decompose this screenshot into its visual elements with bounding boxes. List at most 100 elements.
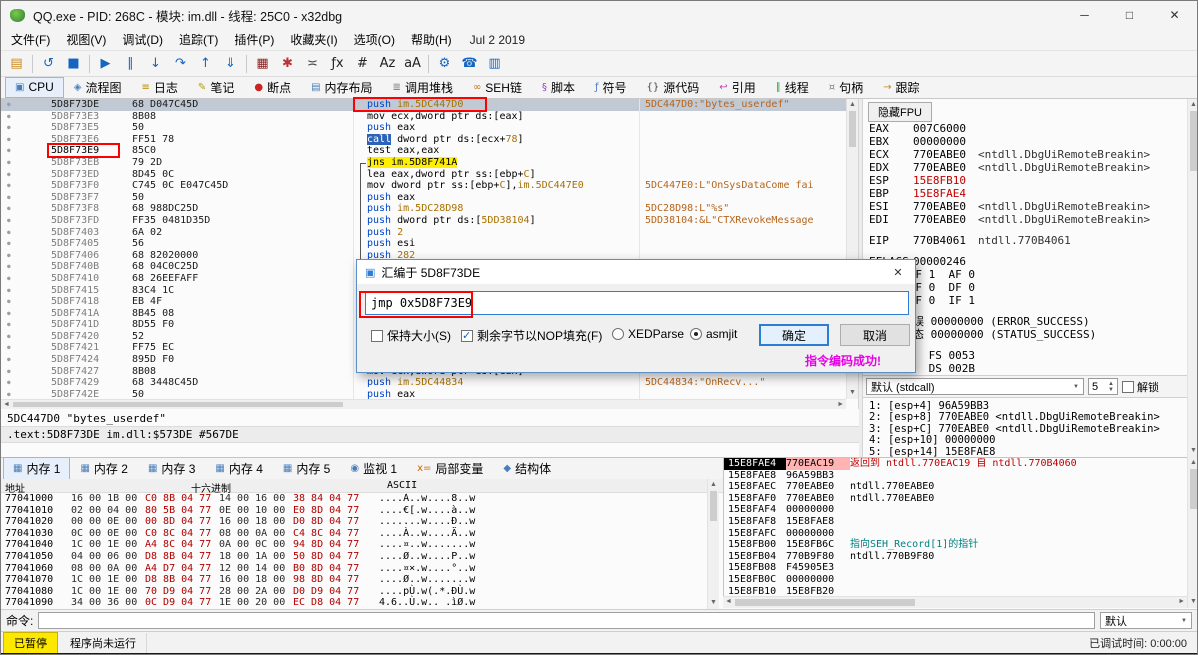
stack-vertical-scrollbar[interactable]: ▲ ▼ bbox=[1187, 457, 1197, 608]
memory-vertical-scrollbar[interactable]: ▲ ▼ bbox=[707, 479, 719, 609]
dialog-close-button[interactable]: ✕ bbox=[881, 260, 915, 284]
tab-cpu[interactable]: ▣ CPU bbox=[5, 77, 64, 98]
breakpoint-dot[interactable]: ● bbox=[7, 227, 11, 239]
menu-plugins[interactable]: 插件(P) bbox=[226, 28, 282, 51]
disasm-horizontal-scrollbar[interactable]: ◄ ► bbox=[1, 399, 846, 409]
memory-row[interactable]: 77041040 1C 00 1E 00 A4 8C 04 77 0A 00 0C 0… bbox=[1, 539, 707, 551]
breakpoint-dot[interactable]: ● bbox=[7, 238, 11, 250]
tab-watch-1[interactable]: ◉ 监视 1 bbox=[340, 457, 407, 481]
tab-struct[interactable]: ◆ 结构体 bbox=[493, 457, 561, 481]
scroll-thumb[interactable] bbox=[1190, 469, 1197, 509]
breakpoint-dot[interactable]: ● bbox=[7, 273, 11, 285]
breakpoint-dot[interactable]: ● bbox=[7, 145, 11, 157]
maximize-button[interactable]: □ bbox=[1107, 1, 1152, 29]
memory-row[interactable]: 77041060 08 00 0A 00 A4 D7 04 77 12 00 14 0… bbox=[1, 563, 707, 575]
memory-row[interactable]: 77041050 04 00 06 00 D8 8B 04 77 18 00 1A 0… bbox=[1, 551, 707, 563]
tab-graph[interactable]: ◈ 流程图 bbox=[64, 76, 132, 100]
stack-row[interactable]: 15E8FB04 770B9F80 ntdll.770B9F80 bbox=[724, 551, 1187, 563]
register-row-edi[interactable]: EDI 770EABE0 <ntdll.DbgUiRemoteBreakin> bbox=[869, 213, 1185, 226]
stack-row[interactable]: 15E8FB00 15E8FB6C 指向SEH_Record[1]的指针 bbox=[724, 539, 1187, 551]
memory-row[interactable]: 77041070 1C 00 1E 00 D8 8B 04 77 16 00 18 0… bbox=[1, 574, 707, 586]
nop-fill-checkbox[interactable]: 剩余字节以NOP填充(F) bbox=[461, 327, 602, 344]
comment-hash-icon[interactable]: # bbox=[351, 53, 374, 75]
xedparse-radio[interactable]: XEDParse bbox=[612, 327, 684, 341]
disasm-row[interactable]: ● 5D8F73DE 68 D047C45D push im.5DC447D0 5DC4… bbox=[1, 99, 846, 111]
command-input[interactable] bbox=[38, 612, 1095, 629]
scroll-thumb[interactable] bbox=[1190, 111, 1197, 171]
menu-help[interactable]: 帮助(H) bbox=[403, 28, 460, 51]
calling-convention-select[interactable]: 默认 (stdcall) ▼ bbox=[866, 378, 1084, 395]
tab-locals[interactable]: x= 局部变量 bbox=[407, 457, 493, 481]
disasm-row[interactable]: ● 5D8F73ED 8D45 0C lea eax,dword ptr ss:[eb… bbox=[1, 169, 846, 181]
scroll-down-arrow[interactable]: ▼ bbox=[1188, 597, 1197, 607]
breakpoint-dot[interactable]: ● bbox=[7, 169, 11, 181]
stack-row[interactable]: 15E8FAFC 00000000 bbox=[724, 528, 1187, 540]
tab-memory-4[interactable]: ▦ 内存 4 bbox=[205, 457, 272, 481]
scroll-right-arrow[interactable]: ► bbox=[1178, 597, 1185, 608]
breakpoint-dot[interactable]: ● bbox=[7, 157, 11, 169]
breakpoint-dot[interactable]: ● bbox=[7, 250, 11, 262]
stack-row[interactable]: 15E8FB0C 00000000 bbox=[724, 574, 1187, 586]
memory-row[interactable]: 77041000 16 00 1B 00 C0 8B 04 77 14 00 16 0… bbox=[1, 493, 707, 505]
tab-log[interactable]: ≡ 日志 bbox=[132, 76, 188, 100]
disasm-row[interactable]: ● 5D8F742E 50 push eax bbox=[1, 389, 846, 399]
breakpoint-dot[interactable]: ● bbox=[7, 319, 11, 331]
tab-memory-5[interactable]: ▦ 内存 5 bbox=[273, 457, 340, 481]
disasm-row[interactable]: ● 5D8F73EB 79 2D jns im.5D8F741A bbox=[1, 156, 846, 169]
tab-memory-2[interactable]: ▦ 内存 2 bbox=[70, 457, 137, 481]
compare-icon[interactable]: ≍ bbox=[301, 53, 324, 75]
tab-notes[interactable]: ✎ 笔记 bbox=[188, 76, 244, 100]
argument-list[interactable]: 1: [esp+4] 96A59BB3 2: [esp+8] 770EABE0 <… bbox=[869, 401, 1185, 457]
argument-count-spinner[interactable]: 5 ▲ ▼ bbox=[1088, 378, 1118, 395]
menu-view[interactable]: 视图(V) bbox=[58, 28, 114, 51]
scroll-right-arrow[interactable]: ► bbox=[837, 400, 844, 409]
ok-button[interactable]: 确定 bbox=[759, 324, 829, 346]
pause-icon[interactable]: ∥ bbox=[119, 53, 142, 75]
stack-row[interactable]: 15E8FAF4 00000000 bbox=[724, 504, 1187, 516]
register-row-eax[interactable]: EAX 007C6000 bbox=[869, 122, 1185, 135]
disasm-row[interactable]: ● 5D8F73F7 50 push eax bbox=[1, 192, 846, 204]
scroll-thumb[interactable] bbox=[849, 111, 856, 147]
hide-fpu-button[interactable]: 隐藏FPU bbox=[868, 102, 932, 122]
memory-row[interactable]: 77041010 02 00 04 00 80 5B 04 77 0E 00 10 0… bbox=[1, 505, 707, 517]
run-to-user-code-icon[interactable]: ⇓ bbox=[219, 53, 242, 75]
keep-size-checkbox[interactable]: 保持大小(S) bbox=[371, 327, 451, 344]
step-out-icon[interactable]: ↑ bbox=[194, 53, 217, 75]
disasm-row[interactable]: ● 5D8F73F0 C745 0C E047C45D mov dword ptr s… bbox=[1, 180, 846, 192]
scroll-left-arrow[interactable]: ◄ bbox=[3, 400, 10, 409]
memory-row[interactable]: 77041090 34 00 36 00 0C D9 04 77 1E 00 20 0… bbox=[1, 597, 707, 609]
asmjit-radio[interactable]: asmjit bbox=[690, 327, 737, 341]
scroll-down-arrow[interactable]: ▼ bbox=[847, 388, 858, 398]
breakpoint-dot[interactable]: ● bbox=[7, 192, 11, 204]
memory-row[interactable]: 77041080 1C 00 1E 00 70 D9 04 77 28 00 2A 0… bbox=[1, 586, 707, 598]
strings-az-icon[interactable]: Az bbox=[376, 53, 399, 75]
step-over-icon[interactable]: ↷ bbox=[169, 53, 192, 75]
scroll-down-arrow[interactable]: ▼ bbox=[1188, 446, 1197, 456]
breakpoint-dot[interactable]: ● bbox=[7, 331, 11, 343]
stack-row[interactable]: 15E8FAE8 96A59BB3 bbox=[724, 470, 1187, 482]
tab-symbols[interactable]: ƒ 符号 bbox=[585, 76, 637, 100]
scroll-left-arrow[interactable]: ◄ bbox=[725, 597, 732, 608]
scroll-thumb[interactable] bbox=[710, 491, 717, 521]
minimize-button[interactable]: ─ bbox=[1062, 1, 1107, 29]
tab-source[interactable]: {} 源代码 bbox=[637, 76, 710, 100]
menu-file[interactable]: 文件(F) bbox=[3, 28, 58, 51]
restart-icon[interactable]: ↺ bbox=[37, 53, 60, 75]
tab-memory-1[interactable]: ▦ 内存 1 bbox=[3, 456, 71, 481]
registers-vertical-scrollbar[interactable]: ▲ ▼ bbox=[1187, 99, 1197, 457]
spinner-down-icon[interactable]: ▼ bbox=[1108, 387, 1114, 393]
stack-pane[interactable]: 15E8FAE4 770EAC19 返回到 ntdll.770EAC19 自 ntd… bbox=[723, 457, 1187, 596]
menu-debug[interactable]: 调试(D) bbox=[114, 28, 171, 51]
menu-trace[interactable]: 追踪(T) bbox=[171, 28, 226, 51]
register-row-eip[interactable]: EIP 770B4061 ntdll.770B4061 bbox=[869, 234, 1185, 247]
tab-memory-map[interactable]: ▤ 内存布局 bbox=[301, 76, 382, 100]
run-icon[interactable]: ▶ bbox=[94, 53, 117, 75]
disasm-row[interactable]: ● 5D8F73F8 68 988DC25D push im.5DC28D98 5DC2… bbox=[1, 203, 846, 215]
step-into-icon[interactable]: ↓ bbox=[144, 53, 167, 75]
memory-row[interactable]: 77041020 00 00 0E 00 00 8D 04 77 16 00 18 0… bbox=[1, 516, 707, 528]
scroll-up-arrow[interactable]: ▲ bbox=[1188, 100, 1197, 110]
case-icon[interactable]: aA bbox=[401, 53, 424, 75]
help-phone-icon[interactable]: ☎ bbox=[458, 53, 481, 75]
unlock-checkbox[interactable]: 解锁 bbox=[1122, 379, 1159, 395]
stack-row[interactable]: 15E8FAE4 770EAC19 返回到 ntdll.770EAC19 自 ntd… bbox=[724, 458, 1187, 470]
